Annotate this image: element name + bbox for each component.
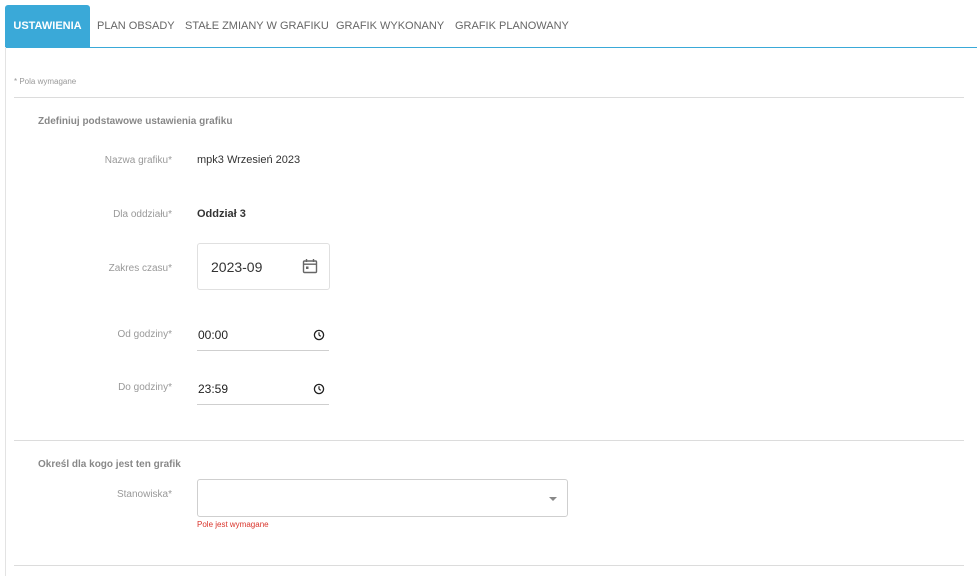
time-range-value: 2023-09 bbox=[211, 259, 263, 275]
time-range-label: Zakres czasu* bbox=[108, 263, 172, 274]
department-value: Oddział 3 bbox=[197, 208, 246, 220]
tab-grafik-wykonany[interactable]: GRAFIK WYKONANY bbox=[336, 5, 444, 47]
clock-icon[interactable] bbox=[313, 382, 325, 400]
tab-ustawienia[interactable]: USTAWIENIA bbox=[5, 5, 90, 47]
from-hour-value: 00:00 bbox=[198, 328, 229, 342]
section-title-audience: Określ dla kogo jest ten grafik bbox=[38, 459, 181, 470]
to-hour-label: Do godziny* bbox=[118, 382, 172, 393]
chevron-down-icon[interactable] bbox=[549, 497, 557, 501]
department-label: Dla oddziału* bbox=[113, 209, 172, 220]
positions-error-message: Pole jest wymagane bbox=[197, 520, 269, 529]
to-hour-input[interactable]: 23:59 bbox=[197, 376, 329, 405]
tab-grafik-planowany[interactable]: GRAFIK PLANOWANY bbox=[455, 5, 569, 47]
schedule-name-label: Nazwa grafiku* bbox=[104, 155, 172, 166]
tab-bar: USTAWIENIA PLAN OBSADY STAŁE ZMIANY W GR… bbox=[5, 5, 977, 48]
schedule-name-value: mpk3 Wrzesień 2023 bbox=[197, 154, 301, 166]
panel-border bbox=[5, 47, 6, 576]
to-hour-value: 23:59 bbox=[198, 382, 229, 396]
positions-label: Stanowiska* bbox=[116, 489, 172, 500]
section-title-basic-settings: Zdefiniuj podstawowe ustawienia grafiku bbox=[38, 116, 233, 127]
from-hour-label: Od godziny* bbox=[117, 329, 172, 340]
positions-select[interactable] bbox=[197, 479, 568, 517]
clock-icon[interactable] bbox=[313, 328, 325, 346]
tab-stale-zmiany[interactable]: STAŁE ZMIANY W GRAFIKU bbox=[185, 5, 329, 47]
divider bbox=[14, 440, 964, 441]
time-range-month-input[interactable]: 2023-09 bbox=[197, 243, 330, 290]
divider bbox=[14, 97, 964, 98]
required-fields-note: * Pola wymagane bbox=[14, 77, 77, 86]
tab-plan-obsady[interactable]: PLAN OBSADY bbox=[97, 5, 175, 47]
from-hour-input[interactable]: 00:00 bbox=[197, 322, 329, 351]
calendar-icon[interactable] bbox=[302, 258, 318, 279]
divider bbox=[14, 565, 964, 566]
